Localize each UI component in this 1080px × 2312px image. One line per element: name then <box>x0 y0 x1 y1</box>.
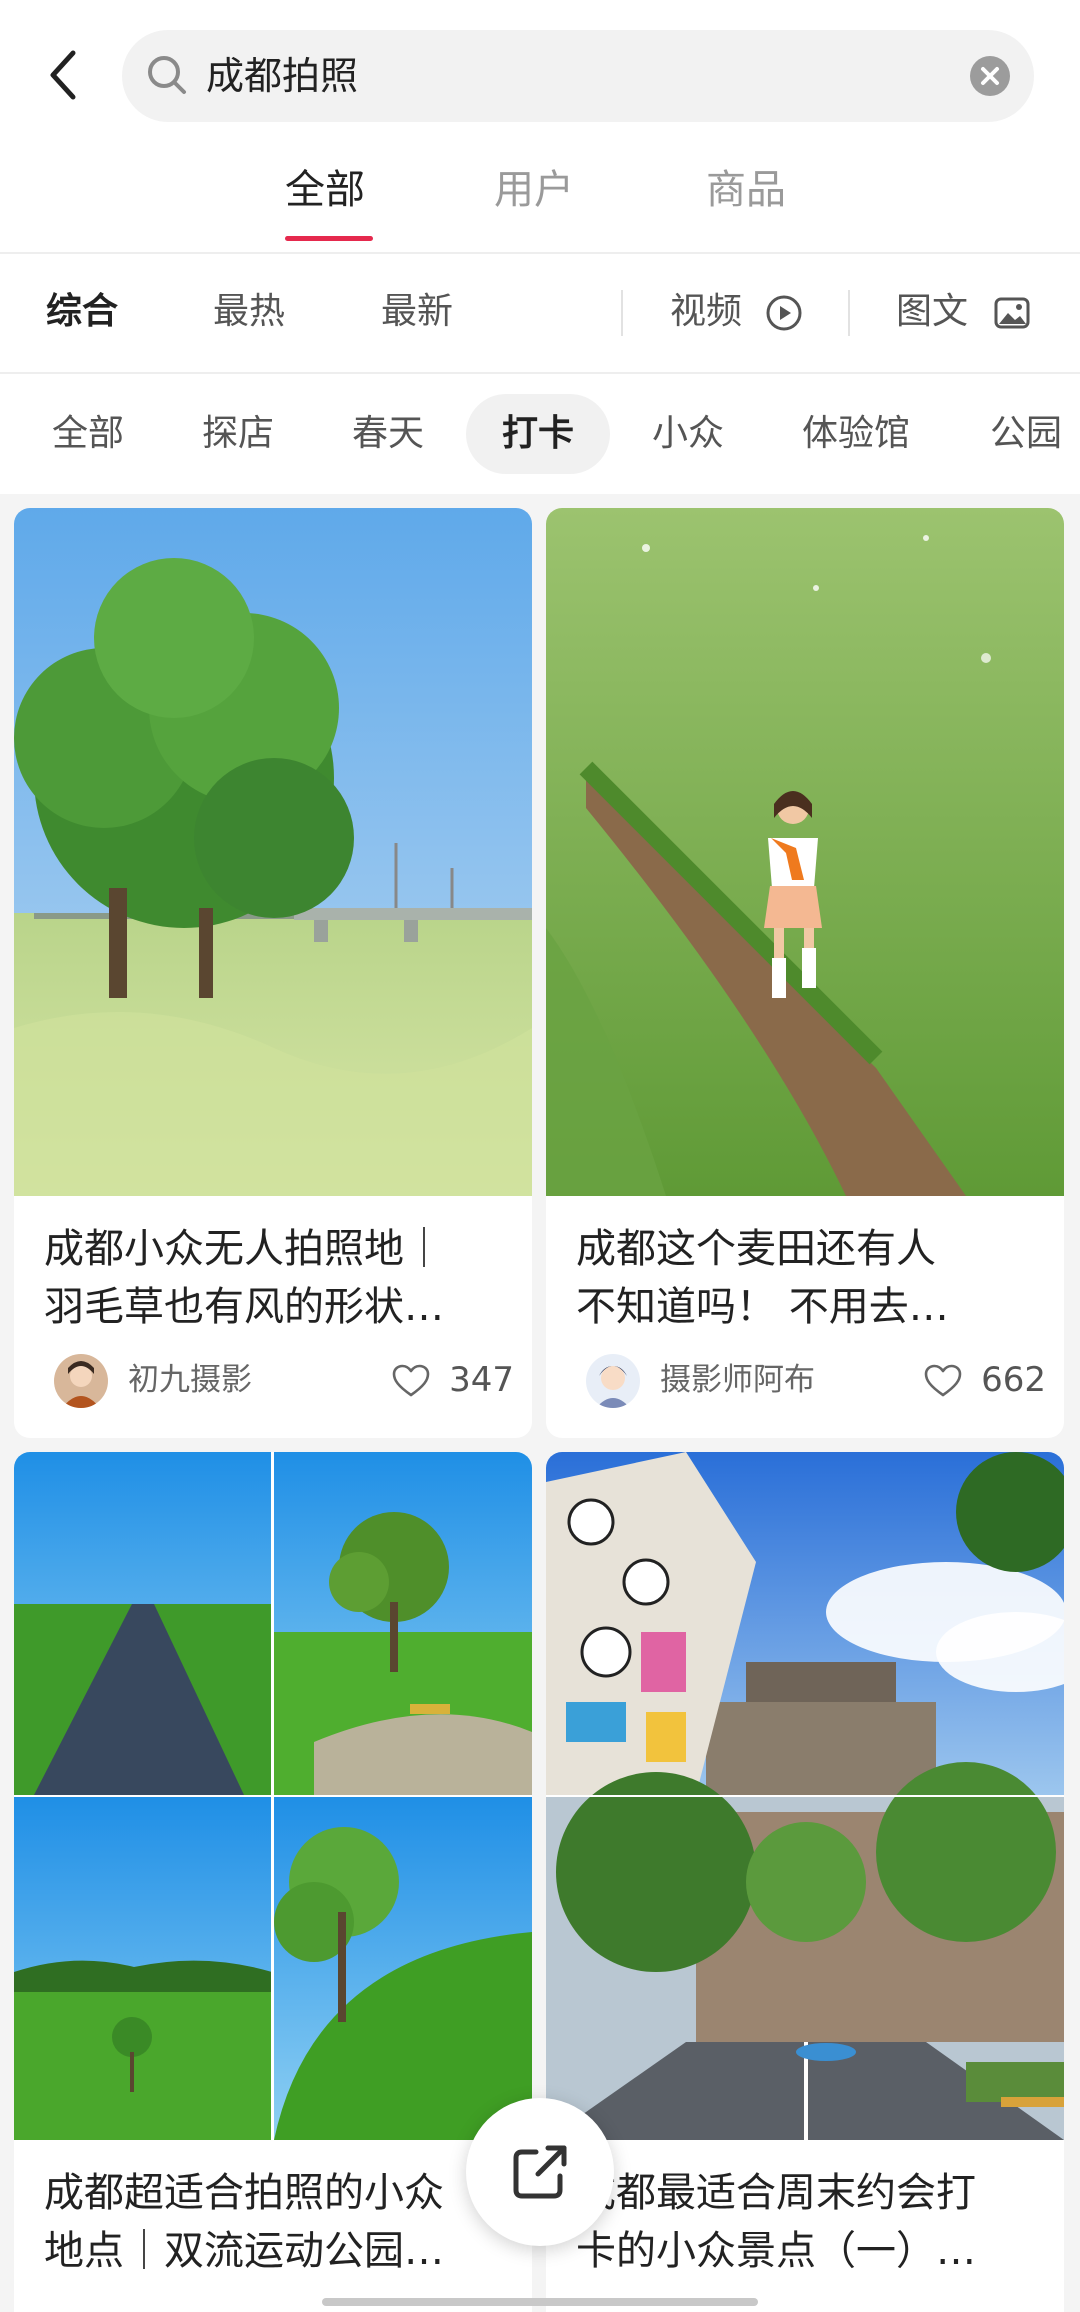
filter-video[interactable]: 视频 <box>670 286 742 338</box>
image-icon <box>994 297 1030 329</box>
post-title: 成都小众无人拍照地｜ 羽毛草也有风的形状… <box>44 1226 444 1330</box>
post-title: 成都最适合周末约会打 卡的小众景点（一）… <box>576 2170 976 2274</box>
tab-all[interactable]: 全部 <box>285 162 365 218</box>
post-meta: 摄影师阿布 662 <box>586 1350 1046 1410</box>
post-cover-image <box>546 1452 1064 2140</box>
divider <box>848 290 850 336</box>
filter-image-text[interactable]: 图文 <box>896 286 968 338</box>
share-external-icon <box>513 2145 567 2199</box>
author-name[interactable]: 摄影师阿布 <box>660 1360 815 1400</box>
active-tab-indicator <box>285 236 373 241</box>
avatar[interactable] <box>54 1354 108 1408</box>
post-cover-image <box>14 508 532 1196</box>
chip-checkin[interactable]: 打卡 <box>466 394 611 474</box>
chip-park[interactable]: 公园 <box>954 394 1080 474</box>
post-cover-image <box>14 1452 532 2140</box>
chip-explore-shops[interactable]: 探店 <box>166 394 310 474</box>
post-meta: 初九摄影 347 <box>54 1350 514 1410</box>
sort-comprehensive[interactable]: 综合 <box>46 286 118 338</box>
author-name[interactable]: 初九摄影 <box>128 1360 252 1400</box>
post-card[interactable]: 成都小众无人拍照地｜ 羽毛草也有风的形状… 初九摄影 347 <box>14 508 532 1438</box>
like-count: 662 <box>981 1360 1046 1400</box>
divider <box>621 290 623 336</box>
heart-icon[interactable] <box>392 1364 430 1398</box>
search-icon <box>148 56 186 94</box>
search-header: 成都拍照 全部 用户 商品 <box>0 0 1080 255</box>
post-card[interactable]: 成都最适合周末约会打 卡的小众景点（一）… <box>546 1452 1064 2312</box>
share-button[interactable] <box>466 2098 614 2246</box>
chevron-left-icon <box>50 50 76 100</box>
post-cover-image <box>546 508 1064 1196</box>
home-indicator[interactable] <box>322 2298 758 2306</box>
chip-spring[interactable]: 春天 <box>316 394 460 474</box>
chip-niche[interactable]: 小众 <box>616 394 760 474</box>
sort-bar: 综合 最热 最新 视频 图文 <box>0 254 1080 374</box>
sort-latest[interactable]: 最新 <box>381 286 453 338</box>
tab-users[interactable]: 用户 <box>494 162 574 218</box>
avatar[interactable] <box>586 1354 640 1408</box>
search-input[interactable]: 成都拍照 <box>122 30 1034 122</box>
play-circle-icon <box>766 295 802 331</box>
topic-chips: 全部 探店 春天 打卡 小众 体验馆 公园 <box>0 374 1080 494</box>
post-title: 成都这个麦田还有人 不知道吗！ 不用去… <box>576 1226 949 1330</box>
like-count: 347 <box>449 1360 514 1400</box>
post-card[interactable]: 成都这个麦田还有人 不知道吗！ 不用去… 摄影师阿布 662 <box>546 508 1064 1438</box>
clear-search-icon[interactable] <box>968 54 1012 98</box>
search-query-text: 成都拍照 <box>206 54 359 98</box>
chip-experience-hall[interactable]: 体验馆 <box>766 394 946 474</box>
post-card[interactable]: 成都超适合拍照的小众 地点｜双流运动公园… <box>14 1452 532 2312</box>
back-button[interactable] <box>28 40 98 110</box>
heart-icon[interactable] <box>924 1364 962 1398</box>
chip-all[interactable]: 全部 <box>16 394 160 474</box>
sort-hot[interactable]: 最热 <box>213 286 285 338</box>
post-title: 成都超适合拍照的小众 地点｜双流运动公园… <box>44 2170 444 2274</box>
tab-products[interactable]: 商品 <box>706 162 786 218</box>
result-tabs: 全部 用户 商品 <box>0 150 1080 250</box>
